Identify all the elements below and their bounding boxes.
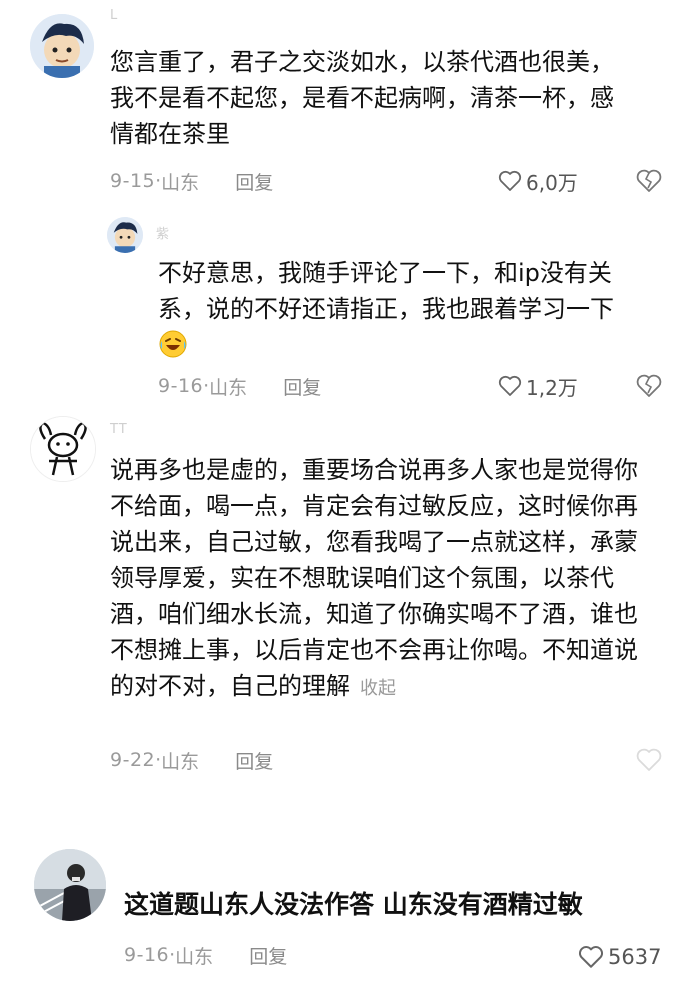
- like-button[interactable]: 5637: [578, 942, 661, 972]
- reply-button[interactable]: 回复: [283, 373, 321, 400]
- comment-text-body: 说再多也是虚的，重要场合说再多人家也是觉得你不给面，喝一点，肯定会有过敏反应，这…: [110, 456, 638, 700]
- like-count: 6,0万: [526, 170, 578, 195]
- user-avatar[interactable]: [30, 416, 96, 482]
- comment-date: 9-16: [124, 944, 170, 966]
- heart-icon: [578, 946, 604, 968]
- reply-button[interactable]: 回复: [235, 747, 273, 774]
- comment-location: 山东: [161, 750, 200, 773]
- comment-text-body: 不好意思，我随手评论了一下，和ip没有关系，说的不好还请指正，我也跟着学习一下: [158, 259, 614, 323]
- user-avatar[interactable]: [107, 217, 143, 253]
- comment-text: 您言重了，君子之交淡如水，以茶代酒也很美，我不是看不起您，是看不起病啊，清茶一杯…: [110, 48, 614, 148]
- doodle-dog-avatar-icon: [31, 417, 95, 481]
- comment-meta: 9-15 · 山东 回复: [110, 166, 273, 196]
- username[interactable]: TT: [110, 422, 128, 437]
- heart-icon: [498, 170, 522, 191]
- comment-text: 这道题山东人没法作答 山东没有酒精过敏: [124, 890, 583, 919]
- comment-item: 这道题山东人没法作答 山东没有酒精过敏 9-16 · 山东 回复 5637: [0, 835, 690, 995]
- comment-meta: 9-16 · 山东 回复: [158, 371, 321, 401]
- reply-button[interactable]: 回复: [249, 942, 287, 969]
- comment-text: 不好意思，我随手评论了一下，和ip没有关系，说的不好还请指正，我也跟着学习一下: [158, 255, 638, 363]
- comment-meta: 9-16 · 山东 回复: [124, 940, 287, 970]
- laughing-crying-emoji-icon: [159, 330, 187, 358]
- username[interactable]: L: [110, 8, 118, 23]
- user-avatar[interactable]: [34, 849, 106, 921]
- comment-date: 9-15: [110, 170, 156, 192]
- heart-icon: [498, 375, 522, 396]
- broken-heart-icon[interactable]: [636, 373, 662, 399]
- reply-button[interactable]: 回复: [235, 168, 273, 195]
- user-avatar[interactable]: [30, 14, 94, 78]
- cartoon-boy-avatar-icon: [30, 14, 94, 78]
- comment-date: 9-16: [158, 375, 204, 397]
- broken-heart-icon[interactable]: [636, 168, 662, 194]
- broken-heart-icon[interactable]: [636, 747, 662, 773]
- comment-meta: 9-22 · 山东 回复: [110, 745, 273, 775]
- like-count: 1,2万: [526, 375, 578, 400]
- like-count: 5637: [608, 945, 662, 969]
- username[interactable]: 紫: [156, 223, 170, 242]
- comment-item: TT 说再多也是虚的，重要场合说再多人家也是觉得你不给面，喝一点，肯定会有过敏反…: [0, 410, 690, 790]
- like-button[interactable]: 1,2万: [498, 371, 578, 401]
- comment-item: L 您言重了，君子之交淡如水，以茶代酒也很美，我不是看不起您，是看不起病啊，清茶…: [0, 0, 690, 205]
- comment-text: 说再多也是虚的，重要场合说再多人家也是觉得你不给面，喝一点，肯定会有过敏反应，这…: [110, 452, 645, 707]
- cartoon-boy-avatar-icon: [107, 217, 143, 253]
- collapse-button[interactable]: 收起: [360, 678, 396, 699]
- comment-date: 9-22: [110, 749, 156, 771]
- comment-location: 山东: [175, 945, 214, 968]
- comment-location: 山东: [209, 376, 248, 399]
- like-button[interactable]: 6,0万: [498, 166, 578, 196]
- photo-person-avatar-icon: [34, 849, 106, 921]
- comment-location: 山东: [161, 171, 200, 194]
- reply-comment-item: 紫 不好意思，我随手评论了一下，和ip没有关系，说的不好还请指正，我也跟着学习一…: [0, 205, 690, 410]
